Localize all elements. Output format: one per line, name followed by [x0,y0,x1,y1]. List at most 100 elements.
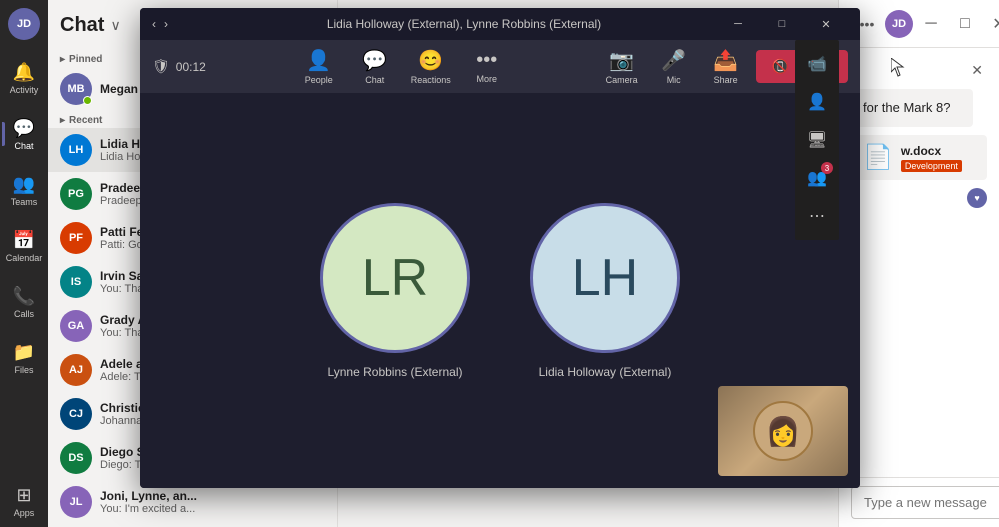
avatar-initials: PF [69,232,83,244]
sidebar-item-chat[interactable]: 💬 Chat [2,108,46,160]
secondary-participants-button[interactable]: 👥 3 [799,160,835,196]
right-panel: ••• JD ─ □ ✕ ✕ for the Mark 8? 📄 w.docx … [838,0,999,527]
chat-toolbar-icon: 💬 [362,48,387,73]
chat-icon: 💬 [13,118,35,139]
close-side-panel-button[interactable]: ✕ [967,60,987,81]
people-button[interactable]: 👤 People [297,48,341,85]
chat-title-chevron[interactable]: ∨ [110,17,120,34]
sidebar-nav: JD 🔔 Activity 💬 Chat 👥 Teams 📅 Calendar … [0,0,48,527]
call-timer: 00:12 [176,60,206,74]
call-window: ‹ › Lidia Holloway (External), Lynne Rob… [140,8,860,488]
maximize-button[interactable]: □ [760,8,804,40]
avatar-initials: DS [68,452,83,464]
camera-label: Camera [606,75,638,85]
secondary-share-button[interactable]: 🖥 [799,122,835,158]
activity-icon: 🔔 [13,62,35,83]
files-icon: 📁 [13,342,35,363]
avatar-initials: MB [67,83,84,95]
forward-icon[interactable]: › [164,17,168,31]
secondary-more-icon: ⋯ [809,206,825,226]
people-label: People [305,75,333,85]
avatar-initials: GA [68,320,85,332]
avatar: IS [60,266,92,298]
file-tag: Development [901,160,962,172]
secondary-people-button[interactable]: 👤 [799,84,835,120]
back-icon[interactable]: ‹ [152,17,156,31]
online-indicator [83,96,92,105]
more-button[interactable]: ••• More [465,49,509,84]
close-button[interactable]: ✕ [804,8,848,40]
sidebar-item-files[interactable]: 📁 Files [2,332,46,384]
pinned-arrow-icon: ▸ [60,54,65,65]
sidebar-item-calls[interactable]: 📞 Calls [2,276,46,328]
chat-info: Joni, Lynne, an... You: I'm excited a... [100,489,325,515]
shield-icon: 🛡 [152,58,170,75]
user-avatar-top[interactable]: JD [885,10,913,38]
word-file-icon: 📄 [863,143,893,172]
sidebar-item-activity[interactable]: 🔔 Activity [2,52,46,104]
nav-user-avatar[interactable]: JD [8,8,40,40]
share-button[interactable]: 📤 Share [704,48,748,85]
avatar-initials: LH [69,144,84,156]
call-content: LR Lynne Robbins (External) LH Lidia Hol… [140,93,860,488]
secondary-video-icon: 📹 [807,54,827,74]
pip-video: 👩 [718,386,848,476]
reactions-icon: 😊 [418,48,443,73]
secondary-more-button[interactable]: ⋯ [799,198,835,234]
call-title: Lidia Holloway (External), Lynne Robbins… [327,17,601,31]
avatar-initials: AJ [69,364,83,376]
chat-button[interactable]: 💬 Chat [353,48,397,85]
avatar: GA [60,310,92,342]
avatar: AJ [60,354,92,386]
participant-avatar-lh: LH [530,203,680,353]
sidebar-item-apps[interactable]: ⊞ Apps [2,475,46,527]
avatar: DS [60,442,92,474]
avatar-initials: IS [71,276,81,288]
participants-badge: 3 [821,162,833,174]
close-app-button[interactable]: ✕ [983,8,999,40]
more-label: More [476,74,497,84]
message-input-area [839,477,999,527]
message-input[interactable] [851,486,999,519]
camera-button[interactable]: 📷 Camera [600,48,644,85]
right-panel-controls: ••• JD ─ □ ✕ [851,8,999,40]
participant-lynne-robbins: LR Lynne Robbins (External) [320,203,470,379]
minimize-button[interactable]: ─ [716,8,760,40]
recent-arrow-icon: ▸ [60,115,65,126]
sidebar-item-teams[interactable]: 👥 Teams [2,164,46,216]
participant-name-lr: Lynne Robbins (External) [328,365,463,379]
apps-icon: ⊞ [16,485,31,506]
people-icon: 👤 [306,48,331,73]
sidebar-item-calendar[interactable]: 📅 Calendar [2,220,46,272]
reaction-avatar: ♥ [967,188,987,208]
participant-lidia-holloway: LH Lidia Holloway (External) [530,203,680,379]
call-titlebar: ‹ › Lidia Holloway (External), Lynne Rob… [140,8,860,40]
avatar: CJ [60,398,92,430]
chat-label: Chat [365,75,384,85]
file-info: w.docx Development [901,144,962,172]
reactions-button[interactable]: 😊 Reactions [409,48,453,85]
call-toolbar: 🛡 00:12 👤 People 💬 Chat 😊 Reactions ••• … [140,40,860,93]
mic-button[interactable]: 🎤 Mic [652,48,696,85]
avatar-initials: PG [68,188,84,200]
secondary-people-icon: 👤 [807,92,827,112]
call-timer-area: 🛡 00:12 [152,58,206,75]
file-name: w.docx [901,144,962,158]
call-window-controls: ─ □ ✕ [716,8,848,40]
right-panel-body: ✕ for the Mark 8? 📄 w.docx Development ♥ [839,48,999,477]
chat-title: Chat [60,14,104,37]
chat-name: Joni, Lynne, an... [100,489,325,503]
avatar-initials: CJ [69,408,83,420]
avatar: LH [60,134,92,166]
file-card[interactable]: 📄 w.docx Development [851,135,987,180]
maximize-app-button[interactable]: □ [949,8,981,40]
secondary-video-button[interactable]: 📹 [799,46,835,82]
calls-icon: 📞 [13,286,35,307]
avatar-initials: JL [70,496,83,508]
calendar-icon: 📅 [13,230,35,251]
avatar: JL [60,486,92,518]
share-label: Share [714,75,738,85]
mic-label: Mic [667,75,681,85]
reactions-label: Reactions [411,75,451,85]
minimize-app-button[interactable]: ─ [915,8,947,40]
